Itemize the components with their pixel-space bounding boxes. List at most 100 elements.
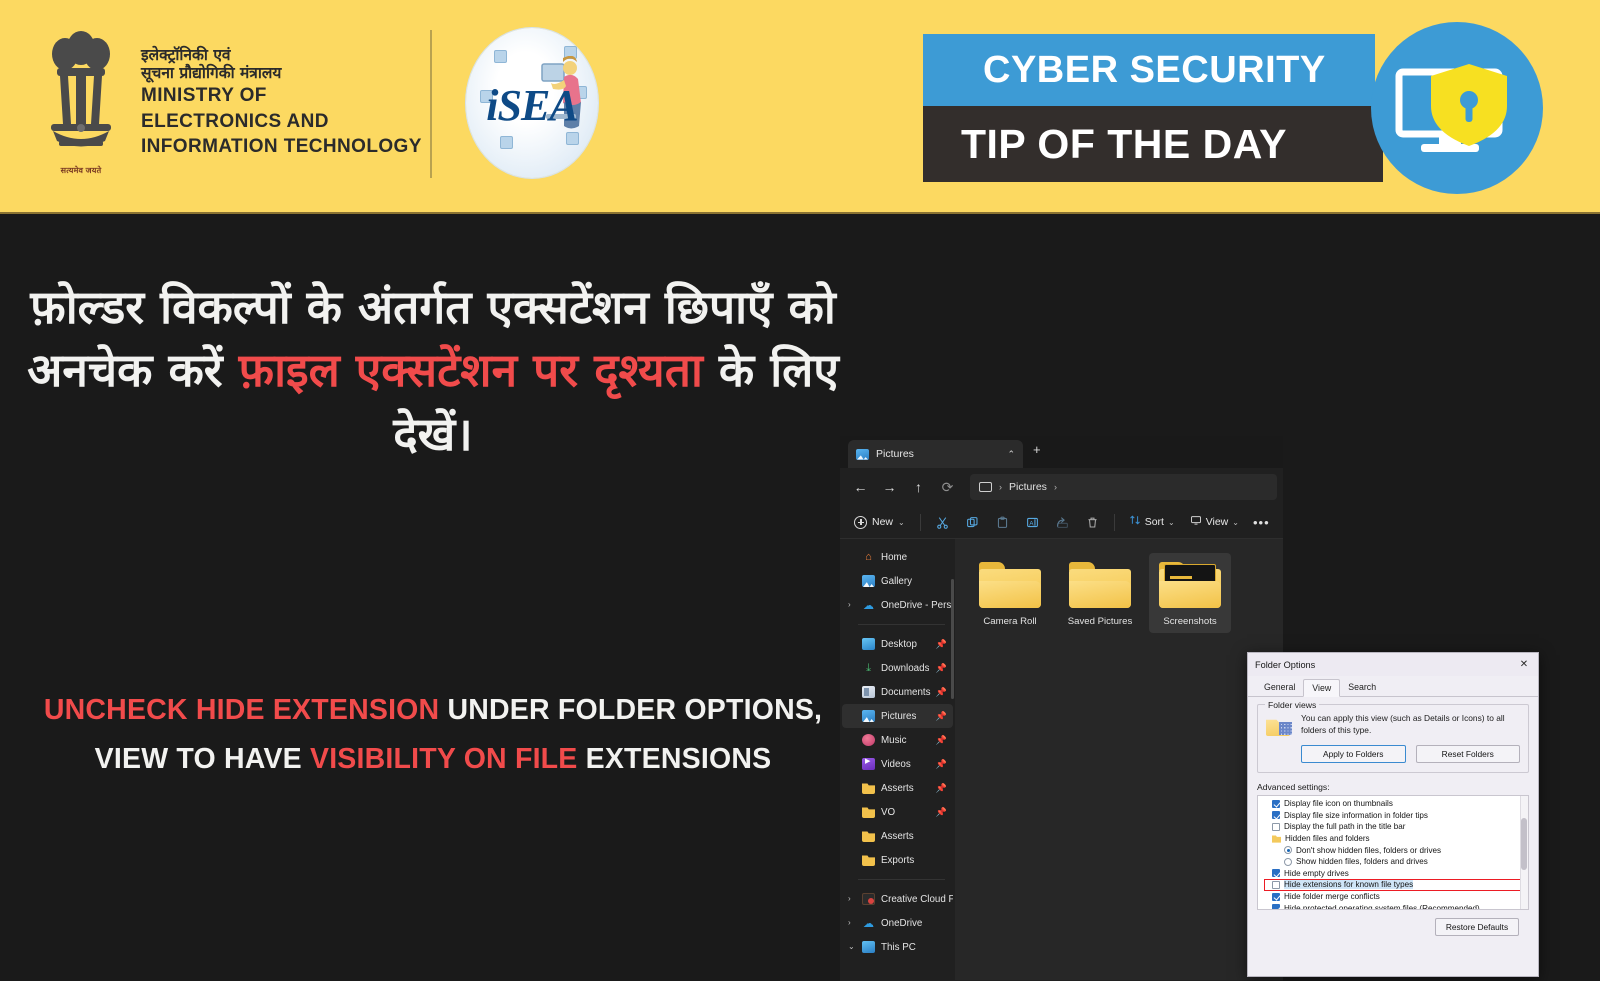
close-icon[interactable]: ✕: [1514, 656, 1534, 673]
paste-icon[interactable]: [989, 510, 1016, 534]
setting-hide-extensions-for-known-file-types[interactable]: Hide extensions for known file types: [1264, 879, 1528, 891]
dialog-body: Folder views You can apply this view (su…: [1248, 697, 1538, 936]
rename-icon[interactable]: A: [1019, 510, 1046, 534]
sort-button[interactable]: Sort ⌄: [1123, 509, 1181, 535]
sidebar-item-music[interactable]: Music 📌: [842, 728, 953, 752]
caption-seg1-highlight: UNCHECK HIDE EXTENSION: [43, 694, 440, 726]
sidebar-item-asserts-2[interactable]: Asserts: [842, 824, 953, 848]
folder-icon: [862, 783, 875, 794]
tab-general[interactable]: General: [1256, 679, 1303, 696]
toolbar-separator-2: [1113, 513, 1115, 531]
apply-to-folders-button[interactable]: Apply to Folders: [1301, 745, 1406, 763]
sidebar-item-creative-cloud-files[interactable]: › Creative Cloud Files: [842, 887, 953, 911]
back-button[interactable]: ←: [846, 474, 875, 500]
sidebar-item-downloads[interactable]: ⤓ Downloads 📌: [842, 656, 953, 680]
pin-icon[interactable]: 📌: [936, 639, 947, 650]
sidebar-item-label: This PC: [881, 941, 916, 953]
pin-icon[interactable]: 📌: [936, 759, 947, 770]
checkbox-icon[interactable]: [1272, 799, 1280, 808]
more-options-button[interactable]: •••: [1248, 515, 1275, 530]
delete-icon[interactable]: [1079, 510, 1106, 534]
checkbox-icon[interactable]: [1272, 904, 1280, 909]
setting-display-full-path[interactable]: Display the full path in the title bar: [1258, 821, 1528, 833]
ministry-english-line2: ELECTRONICS AND: [141, 110, 329, 132]
sidebar-divider-2: [858, 879, 945, 880]
sidebar-item-gallery[interactable]: Gallery: [842, 569, 953, 593]
up-button[interactable]: ↑: [904, 474, 933, 500]
explorer-tab-pictures[interactable]: Pictures ⌃: [848, 440, 1023, 468]
pin-icon[interactable]: 📌: [936, 807, 947, 818]
checkbox-icon[interactable]: [1272, 869, 1280, 878]
chevron-down-icon-sort: ⌄: [1167, 517, 1175, 527]
creative-cloud-icon: [862, 893, 875, 905]
checkbox-icon[interactable]: [1272, 892, 1280, 901]
address-bar[interactable]: › Pictures ›: [970, 474, 1277, 500]
pin-icon[interactable]: 📌: [936, 663, 947, 674]
radio-icon[interactable]: [1284, 846, 1292, 855]
file-item-screenshots[interactable]: Screenshots: [1149, 553, 1231, 633]
sidebar-item-videos[interactable]: Videos 📌: [842, 752, 953, 776]
tab-search[interactable]: Search: [1340, 679, 1384, 696]
sidebar-item-documents[interactable]: Documents 📌: [842, 680, 953, 704]
breadcrumb-pictures[interactable]: Pictures: [1009, 481, 1047, 493]
refresh-button[interactable]: ⟳: [933, 474, 962, 500]
setting-hide-empty-drives[interactable]: Hide empty drives: [1258, 868, 1528, 880]
share-icon[interactable]: [1049, 510, 1076, 534]
copy-icon[interactable]: [959, 510, 986, 534]
sidebar-item-asserts-1[interactable]: Asserts 📌: [842, 776, 953, 800]
setting-dont-show-hidden-files[interactable]: Don't show hidden files, folders or driv…: [1258, 844, 1528, 856]
sidebar-item-label: VO: [881, 806, 896, 818]
chevron-down-icon[interactable]: ⌄: [848, 943, 855, 951]
hindi-headline: फ़ोल्डर विकल्पों के अंतर्गत एक्सटेंशन छि…: [18, 276, 848, 466]
pin-icon[interactable]: 📌: [936, 735, 947, 746]
checkbox-icon[interactable]: [1272, 811, 1280, 820]
new-button-label: New: [872, 516, 894, 528]
checkbox-icon[interactable]: [1272, 880, 1280, 889]
file-item-camera-roll[interactable]: Camera Roll: [969, 553, 1051, 633]
sidebar-item-label: Videos: [881, 758, 911, 770]
sidebar-item-pictures[interactable]: Pictures 📌: [842, 704, 953, 728]
sidebar-scrollbar[interactable]: [951, 579, 954, 699]
sidebar-item-label: Creative Cloud Files: [881, 893, 953, 905]
sidebar-item-onedrive[interactable]: › ☁ OneDrive: [842, 911, 953, 935]
ministry-hindi-line1: इलेक्ट्रॉनिकी एवं: [141, 45, 231, 64]
pin-icon[interactable]: 📌: [936, 711, 947, 722]
tab-view[interactable]: View: [1303, 679, 1341, 697]
advanced-list-scrollbar[interactable]: [1520, 796, 1528, 909]
emblem-motto: सत्यमेव जयते: [60, 166, 102, 175]
sidebar-item-home[interactable]: ⌂ Home: [842, 545, 953, 569]
header-band: सत्यमेव जयते इलेक्ट्रॉनिकी एवं सूचना प्र…: [0, 0, 1600, 214]
dialog-title-bar[interactable]: Folder Options ✕: [1248, 653, 1538, 676]
new-button[interactable]: New ⌄: [847, 512, 912, 533]
reset-folders-button[interactable]: Reset Folders: [1415, 745, 1520, 763]
view-button[interactable]: View ⌄: [1184, 509, 1245, 535]
sidebar-item-exports[interactable]: Exports: [842, 848, 953, 872]
setting-display-file-icon-on-thumbnails[interactable]: Display file icon on thumbnails: [1258, 798, 1528, 810]
scrollbar-thumb[interactable]: [1521, 818, 1527, 870]
pin-icon[interactable]: 📌: [936, 687, 947, 698]
setting-hide-protected-os-files[interactable]: Hide protected operating system files (R…: [1258, 902, 1528, 909]
radio-icon[interactable]: [1284, 857, 1292, 866]
pictures-icon: [862, 710, 875, 722]
setting-display-file-size-information[interactable]: Display file size information in folder …: [1258, 810, 1528, 822]
setting-show-hidden-files[interactable]: Show hidden files, folders and drives: [1258, 856, 1528, 868]
file-item-saved-pictures[interactable]: Saved Pictures: [1059, 553, 1141, 633]
sidebar-item-onedrive-personal[interactable]: › ☁ OneDrive - Persona: [842, 593, 953, 617]
toolbar-separator-1: [919, 513, 921, 531]
cut-icon[interactable]: [929, 510, 956, 534]
chevron-right-icon[interactable]: ›: [848, 601, 851, 609]
restore-defaults-button[interactable]: Restore Defaults: [1435, 918, 1519, 936]
sidebar-item-this-pc[interactable]: ⌄ This PC: [842, 935, 953, 959]
checkbox-icon[interactable]: [1272, 822, 1280, 831]
chevron-up-icon[interactable]: ⌃: [1007, 449, 1015, 460]
pin-icon[interactable]: 📌: [936, 783, 947, 794]
new-tab-button[interactable]: +: [1033, 443, 1041, 456]
forward-button[interactable]: →: [875, 474, 904, 500]
setting-hide-folder-merge-conflicts[interactable]: Hide folder merge conflicts: [1258, 891, 1528, 903]
sidebar-item-vo[interactable]: VO 📌: [842, 800, 953, 824]
sidebar-item-desktop[interactable]: Desktop 📌: [842, 632, 953, 656]
chevron-right-icon-2[interactable]: ›: [1054, 482, 1057, 492]
advanced-settings-list[interactable]: Display file icon on thumbnails Display …: [1257, 795, 1529, 910]
chevron-right-icon[interactable]: ›: [848, 919, 851, 927]
chevron-right-icon[interactable]: ›: [848, 895, 851, 903]
